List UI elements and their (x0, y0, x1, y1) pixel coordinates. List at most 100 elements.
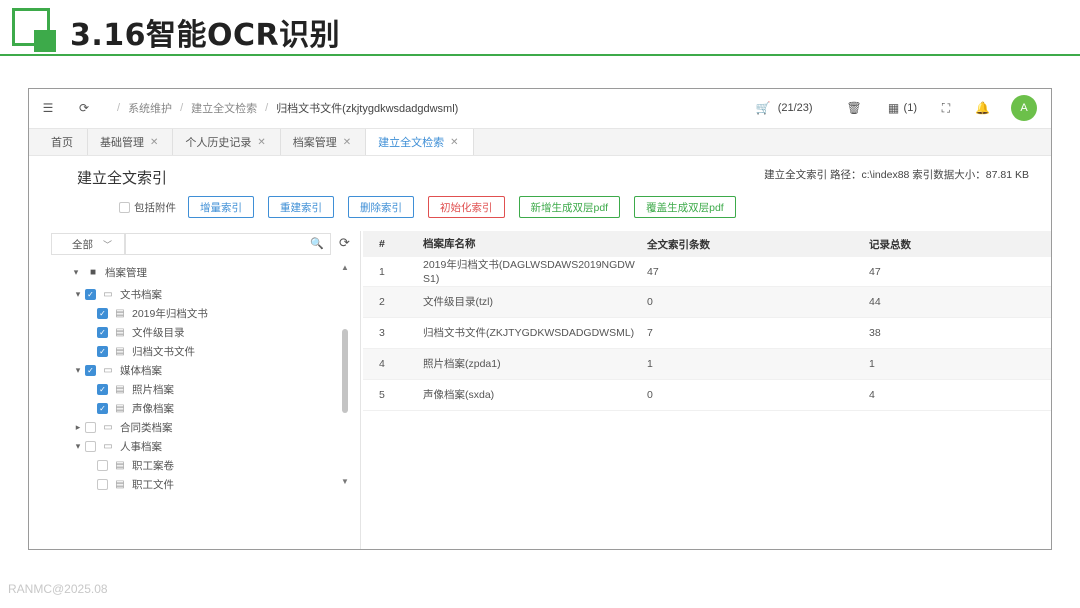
tree-node[interactable]: ✓ ▤ 2019年归档文书 (95, 304, 208, 322)
tree-node[interactable]: ✓ ▤ 声像档案 (95, 399, 174, 417)
tree-node[interactable]: ✓ ▤ 照片档案 (95, 380, 174, 398)
tree-refresh-icon[interactable]: ⟳ (339, 235, 350, 251)
cart-button[interactable]: 🛒 (21/23) (756, 101, 813, 115)
tab-home[interactable]: 首页 (29, 129, 88, 155)
folder-icon: ▭ (103, 364, 113, 376)
include-attachments-checkbox[interactable]: 包括附件 (119, 200, 176, 215)
column-header[interactable]: 记录总数 (857, 237, 1051, 252)
tree-checkbox[interactable]: ✓ (85, 288, 96, 300)
tree-node-contract[interactable]: ▸ ▭ 合同类档案 (73, 418, 173, 436)
tab-history[interactable]: 个人历史记录 ✕ (173, 129, 281, 155)
tree-checkbox[interactable]: ✓ (97, 402, 108, 414)
tree-checkbox[interactable] (85, 421, 96, 433)
close-icon[interactable]: ✕ (150, 137, 158, 148)
refresh-icon[interactable]: ⟳ (77, 101, 91, 115)
scroll-up-icon[interactable]: ▲ (341, 263, 349, 272)
folder-icon: ▭ (103, 288, 113, 300)
tree-checkbox[interactable]: ✓ (97, 326, 108, 338)
tab-fulltext-search[interactable]: 建立全文检索 ✕ (366, 129, 474, 155)
column-header[interactable]: 全文索引条数 (635, 237, 857, 252)
scroll-down-icon[interactable]: ▼ (341, 477, 349, 486)
table-row[interactable]: 1 2019年归档文书(DAGLWSDAWS2019NGDWS1) 47 47 (363, 257, 1051, 287)
breadcrumb: / 系统维护 / 建立全文检索 / 归档文书文件(zkjtygdkwsdadgd… (117, 100, 459, 116)
overwrite-pdf-button[interactable]: 覆盖生成双层pdf (634, 196, 736, 218)
chevron-down-icon: ﹀ (103, 239, 113, 250)
chevron-down-icon[interactable]: ▾ (73, 289, 83, 300)
chevron-right-icon[interactable]: ▸ (73, 422, 83, 433)
archive-tree: ▾ ■ 档案管理 ▾ ✓ ▭ 文书档案 ✓ ▤ 2019年归档文书 ✓ ▤ 文件… (51, 259, 347, 499)
cart-count: (21/23) (777, 102, 813, 114)
folder-icon: ▭ (103, 421, 113, 433)
fullscreen-icon[interactable]: ⛶ (939, 101, 953, 116)
index-info: 建立全文索引 路径：c:\index88 索引数据大小：87.81 KB (764, 169, 1029, 181)
tree-checkbox[interactable] (97, 459, 108, 471)
table-row[interactable]: 4 照片档案(zpda1) 1 1 (363, 349, 1051, 380)
grid-count: (1) (903, 102, 917, 114)
tab-basic-management[interactable]: 基础管理 ✕ (88, 129, 174, 155)
tree-checkbox[interactable]: ✓ (85, 364, 96, 376)
folder-icon: ▭ (103, 440, 113, 452)
tree-node-root[interactable]: ▾ ■ 档案管理 (71, 263, 147, 281)
breadcrumb-item[interactable]: 建立全文检索 (191, 100, 257, 116)
close-icon[interactable]: ✕ (450, 137, 458, 148)
slide-logo-icon (12, 8, 56, 52)
trash-icon[interactable]: 🗑 (847, 101, 862, 115)
chevron-down-icon[interactable]: ▾ (71, 267, 81, 278)
file-icon: ▤ (115, 478, 125, 490)
table-row[interactable]: 2 文件级目录(tzl) 0 44 (363, 287, 1051, 318)
tree-checkbox[interactable] (85, 440, 96, 452)
close-icon[interactable]: ✕ (257, 137, 265, 148)
avatar-initial: A (1020, 102, 1028, 114)
tab-archive-management[interactable]: 档案管理 ✕ (280, 129, 367, 155)
grid-button[interactable]: ▦ (1) (887, 101, 917, 115)
breadcrumb-current: 归档文书文件(zkjtygdkwsdadgdwsml) (276, 103, 459, 115)
top-bar: ☰ ⟳ / 系统维护 / 建立全文检索 / 归档文书文件(zkjtygdkwsd… (29, 89, 1051, 127)
tree-checkbox[interactable]: ✓ (97, 307, 108, 319)
table-header: # 档案库名称 全文索引条数 记录总数 (363, 231, 1051, 257)
file-icon: ▤ (115, 383, 125, 395)
table-row[interactable]: 3 归档文书文件(ZKJTYGDKWSDADGDWSML) 7 38 (363, 318, 1051, 349)
incremental-index-button[interactable]: 增量索引 (188, 196, 254, 218)
tree-node-wenshu[interactable]: ▾ ✓ ▭ 文书档案 (73, 285, 162, 303)
tree-checkbox[interactable]: ✓ (97, 383, 108, 395)
archive-tree-panel: 全部 ﹀ 🔍 ⟳ ▾ ■ 档案管理 ▾ ✓ ▭ 文书档案 ✓ ▤ 2019年归档… (51, 231, 361, 549)
cart-icon: 🛒 (755, 101, 771, 115)
breadcrumb-item[interactable]: 系统维护 (128, 100, 172, 116)
column-header[interactable]: 档案库名称 (413, 237, 635, 251)
tree-node-personnel[interactable]: ▾ ▭ 人事档案 (73, 437, 162, 455)
top-bar-actions: 🛒 (21/23) 🗑 ▦ (1) ⛶ 🔔 A (756, 89, 1037, 127)
new-pdf-button[interactable]: 新增生成双层pdf (518, 196, 621, 218)
index-toolbar: 包括附件 增量索引 重建索引 删除索引 初始化索引 新增生成双层pdf 覆盖生成… (119, 195, 750, 219)
tree-node[interactable]: ▤ 职工文件 (95, 475, 174, 493)
rebuild-index-button[interactable]: 重建索引 (268, 196, 334, 218)
tab-bar: 首页 基础管理 ✕ 个人历史记录 ✕ 档案管理 ✕ 建立全文检索 ✕ (29, 128, 1051, 156)
tree-checkbox[interactable]: ✓ (97, 345, 108, 357)
slide-footer: RANMC@2025.08 (8, 582, 108, 596)
column-header[interactable]: # (363, 238, 413, 250)
tree-node[interactable]: ▤ 职工案卷 (95, 456, 174, 474)
delete-index-button[interactable]: 删除索引 (348, 196, 414, 218)
table-row[interactable]: 5 声像档案(sxda) 0 4 (363, 380, 1051, 411)
slide-title: 3.16智能OCR识别 (70, 18, 341, 53)
tree-node[interactable]: ✓ ▤ 文件级目录 (95, 323, 185, 341)
avatar[interactable]: A (1011, 95, 1037, 121)
slide-divider (0, 54, 1080, 56)
tree-checkbox[interactable] (97, 478, 108, 490)
menu-icon[interactable]: ☰ (41, 101, 55, 115)
tree-node-media[interactable]: ▾ ✓ ▭ 媒体档案 (73, 361, 162, 379)
bell-icon[interactable]: 🔔 (975, 101, 990, 115)
tree-scrollbar[interactable] (342, 329, 348, 413)
chevron-down-icon[interactable]: ▾ (73, 441, 83, 452)
index-table: # 档案库名称 全文索引条数 记录总数 1 2019年归档文书(DAGLWSDA… (363, 231, 1051, 411)
chevron-down-icon[interactable]: ▾ (73, 365, 83, 376)
scope-select[interactable]: 全部 ﹀ (51, 233, 125, 255)
file-icon: ▤ (115, 402, 125, 414)
close-icon[interactable]: ✕ (343, 137, 351, 148)
init-index-button[interactable]: 初始化索引 (428, 196, 505, 218)
file-icon: ▤ (115, 345, 125, 357)
file-icon: ▤ (115, 307, 125, 319)
tree-search-input[interactable]: 🔍 (125, 233, 331, 255)
tree-node[interactable]: ✓ ▤ 归档文书文件 (95, 342, 195, 360)
search-icon[interactable]: 🔍 (310, 237, 324, 250)
app-screenshot: ☰ ⟳ / 系统维护 / 建立全文检索 / 归档文书文件(zkjtygdkwsd… (28, 88, 1052, 550)
